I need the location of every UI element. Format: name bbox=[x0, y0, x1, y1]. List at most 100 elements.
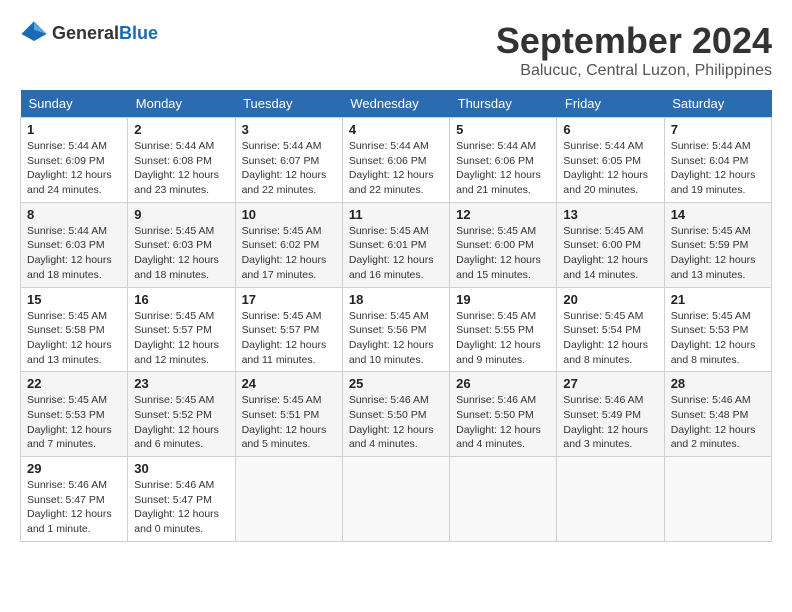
weekday-header-friday: Friday bbox=[557, 90, 664, 118]
day-info: Sunrise: 5:44 AMSunset: 6:08 PMDaylight:… bbox=[134, 140, 219, 196]
day-number: 28 bbox=[671, 376, 765, 391]
calendar-week-1: 1 Sunrise: 5:44 AMSunset: 6:09 PMDayligh… bbox=[21, 118, 772, 203]
day-number: 19 bbox=[456, 292, 550, 307]
day-number: 13 bbox=[563, 207, 657, 222]
calendar-cell: 24 Sunrise: 5:45 AMSunset: 5:51 PMDaylig… bbox=[235, 372, 342, 457]
calendar-cell: 17 Sunrise: 5:45 AMSunset: 5:57 PMDaylig… bbox=[235, 287, 342, 372]
day-info: Sunrise: 5:45 AMSunset: 5:55 PMDaylight:… bbox=[456, 310, 541, 366]
day-number: 9 bbox=[134, 207, 228, 222]
day-info: Sunrise: 5:45 AMSunset: 5:51 PMDaylight:… bbox=[242, 394, 327, 450]
day-info: Sunrise: 5:45 AMSunset: 5:53 PMDaylight:… bbox=[671, 310, 756, 366]
day-info: Sunrise: 5:44 AMSunset: 6:05 PMDaylight:… bbox=[563, 140, 648, 196]
day-number: 3 bbox=[242, 122, 336, 137]
day-number: 11 bbox=[349, 207, 443, 222]
day-info: Sunrise: 5:45 AMSunset: 5:56 PMDaylight:… bbox=[349, 310, 434, 366]
day-info: Sunrise: 5:44 AMSunset: 6:09 PMDaylight:… bbox=[27, 140, 112, 196]
day-info: Sunrise: 5:45 AMSunset: 5:57 PMDaylight:… bbox=[242, 310, 327, 366]
day-info: Sunrise: 5:44 AMSunset: 6:07 PMDaylight:… bbox=[242, 140, 327, 196]
day-number: 18 bbox=[349, 292, 443, 307]
day-info: Sunrise: 5:45 AMSunset: 6:02 PMDaylight:… bbox=[242, 225, 327, 281]
day-info: Sunrise: 5:45 AMSunset: 5:59 PMDaylight:… bbox=[671, 225, 756, 281]
page-header: GeneralBlue September 2024 Balucuc, Cent… bbox=[20, 20, 772, 80]
calendar-cell: 20 Sunrise: 5:45 AMSunset: 5:54 PMDaylig… bbox=[557, 287, 664, 372]
day-number: 25 bbox=[349, 376, 443, 391]
calendar-cell bbox=[557, 457, 664, 542]
calendar-cell: 1 Sunrise: 5:44 AMSunset: 6:09 PMDayligh… bbox=[21, 118, 128, 203]
day-info: Sunrise: 5:44 AMSunset: 6:06 PMDaylight:… bbox=[456, 140, 541, 196]
calendar-cell: 5 Sunrise: 5:44 AMSunset: 6:06 PMDayligh… bbox=[450, 118, 557, 203]
day-info: Sunrise: 5:45 AMSunset: 6:00 PMDaylight:… bbox=[456, 225, 541, 281]
location-title: Balucuc, Central Luzon, Philippines bbox=[496, 62, 772, 80]
day-number: 1 bbox=[27, 122, 121, 137]
calendar-cell: 21 Sunrise: 5:45 AMSunset: 5:53 PMDaylig… bbox=[664, 287, 771, 372]
day-info: Sunrise: 5:45 AMSunset: 6:01 PMDaylight:… bbox=[349, 225, 434, 281]
calendar-cell: 23 Sunrise: 5:45 AMSunset: 5:52 PMDaylig… bbox=[128, 372, 235, 457]
logo: GeneralBlue bbox=[20, 20, 158, 48]
day-info: Sunrise: 5:44 AMSunset: 6:06 PMDaylight:… bbox=[349, 140, 434, 196]
calendar-cell: 25 Sunrise: 5:46 AMSunset: 5:50 PMDaylig… bbox=[342, 372, 449, 457]
day-number: 14 bbox=[671, 207, 765, 222]
day-info: Sunrise: 5:45 AMSunset: 5:53 PMDaylight:… bbox=[27, 394, 112, 450]
calendar-body: 1 Sunrise: 5:44 AMSunset: 6:09 PMDayligh… bbox=[21, 118, 772, 542]
calendar-cell bbox=[664, 457, 771, 542]
calendar-cell: 29 Sunrise: 5:46 AMSunset: 5:47 PMDaylig… bbox=[21, 457, 128, 542]
day-number: 22 bbox=[27, 376, 121, 391]
calendar-table: SundayMondayTuesdayWednesdayThursdayFrid… bbox=[20, 90, 772, 542]
calendar-cell bbox=[235, 457, 342, 542]
day-number: 10 bbox=[242, 207, 336, 222]
day-number: 20 bbox=[563, 292, 657, 307]
logo-general: GeneralBlue bbox=[52, 24, 158, 44]
day-info: Sunrise: 5:45 AMSunset: 5:57 PMDaylight:… bbox=[134, 310, 219, 366]
day-number: 26 bbox=[456, 376, 550, 391]
weekday-header-wednesday: Wednesday bbox=[342, 90, 449, 118]
weekday-header-saturday: Saturday bbox=[664, 90, 771, 118]
day-number: 15 bbox=[27, 292, 121, 307]
calendar-cell: 7 Sunrise: 5:44 AMSunset: 6:04 PMDayligh… bbox=[664, 118, 771, 203]
day-number: 16 bbox=[134, 292, 228, 307]
calendar-header-row: SundayMondayTuesdayWednesdayThursdayFrid… bbox=[21, 90, 772, 118]
calendar-cell: 13 Sunrise: 5:45 AMSunset: 6:00 PMDaylig… bbox=[557, 202, 664, 287]
calendar-cell: 10 Sunrise: 5:45 AMSunset: 6:02 PMDaylig… bbox=[235, 202, 342, 287]
day-info: Sunrise: 5:45 AMSunset: 5:54 PMDaylight:… bbox=[563, 310, 648, 366]
day-number: 12 bbox=[456, 207, 550, 222]
day-number: 5 bbox=[456, 122, 550, 137]
calendar-cell: 26 Sunrise: 5:46 AMSunset: 5:50 PMDaylig… bbox=[450, 372, 557, 457]
day-info: Sunrise: 5:45 AMSunset: 6:03 PMDaylight:… bbox=[134, 225, 219, 281]
day-info: Sunrise: 5:44 AMSunset: 6:03 PMDaylight:… bbox=[27, 225, 112, 281]
calendar-cell: 27 Sunrise: 5:46 AMSunset: 5:49 PMDaylig… bbox=[557, 372, 664, 457]
day-info: Sunrise: 5:46 AMSunset: 5:50 PMDaylight:… bbox=[349, 394, 434, 450]
day-number: 6 bbox=[563, 122, 657, 137]
calendar-cell: 28 Sunrise: 5:46 AMSunset: 5:48 PMDaylig… bbox=[664, 372, 771, 457]
month-title: September 2024 bbox=[496, 20, 772, 62]
calendar-week-3: 15 Sunrise: 5:45 AMSunset: 5:58 PMDaylig… bbox=[21, 287, 772, 372]
calendar-cell: 6 Sunrise: 5:44 AMSunset: 6:05 PMDayligh… bbox=[557, 118, 664, 203]
calendar-cell: 30 Sunrise: 5:46 AMSunset: 5:47 PMDaylig… bbox=[128, 457, 235, 542]
day-number: 2 bbox=[134, 122, 228, 137]
day-number: 29 bbox=[27, 461, 121, 476]
calendar-cell: 19 Sunrise: 5:45 AMSunset: 5:55 PMDaylig… bbox=[450, 287, 557, 372]
calendar-cell: 15 Sunrise: 5:45 AMSunset: 5:58 PMDaylig… bbox=[21, 287, 128, 372]
day-info: Sunrise: 5:45 AMSunset: 6:00 PMDaylight:… bbox=[563, 225, 648, 281]
calendar-cell: 4 Sunrise: 5:44 AMSunset: 6:06 PMDayligh… bbox=[342, 118, 449, 203]
day-number: 23 bbox=[134, 376, 228, 391]
weekday-header-monday: Monday bbox=[128, 90, 235, 118]
logo-icon bbox=[20, 20, 48, 48]
calendar-week-4: 22 Sunrise: 5:45 AMSunset: 5:53 PMDaylig… bbox=[21, 372, 772, 457]
day-info: Sunrise: 5:46 AMSunset: 5:48 PMDaylight:… bbox=[671, 394, 756, 450]
calendar-cell: 8 Sunrise: 5:44 AMSunset: 6:03 PMDayligh… bbox=[21, 202, 128, 287]
calendar-week-2: 8 Sunrise: 5:44 AMSunset: 6:03 PMDayligh… bbox=[21, 202, 772, 287]
weekday-header-sunday: Sunday bbox=[21, 90, 128, 118]
day-info: Sunrise: 5:46 AMSunset: 5:47 PMDaylight:… bbox=[134, 479, 219, 535]
calendar-cell bbox=[342, 457, 449, 542]
day-number: 24 bbox=[242, 376, 336, 391]
calendar-cell: 2 Sunrise: 5:44 AMSunset: 6:08 PMDayligh… bbox=[128, 118, 235, 203]
day-number: 21 bbox=[671, 292, 765, 307]
calendar-cell: 16 Sunrise: 5:45 AMSunset: 5:57 PMDaylig… bbox=[128, 287, 235, 372]
day-info: Sunrise: 5:45 AMSunset: 5:52 PMDaylight:… bbox=[134, 394, 219, 450]
calendar-cell: 14 Sunrise: 5:45 AMSunset: 5:59 PMDaylig… bbox=[664, 202, 771, 287]
day-info: Sunrise: 5:44 AMSunset: 6:04 PMDaylight:… bbox=[671, 140, 756, 196]
day-number: 30 bbox=[134, 461, 228, 476]
calendar-cell: 9 Sunrise: 5:45 AMSunset: 6:03 PMDayligh… bbox=[128, 202, 235, 287]
day-info: Sunrise: 5:45 AMSunset: 5:58 PMDaylight:… bbox=[27, 310, 112, 366]
day-info: Sunrise: 5:46 AMSunset: 5:47 PMDaylight:… bbox=[27, 479, 112, 535]
